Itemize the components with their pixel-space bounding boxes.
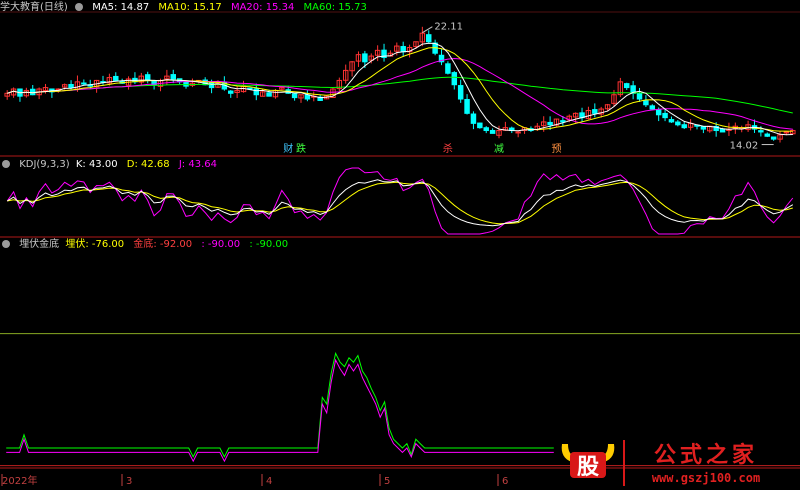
x-label-month-6: 6 (502, 476, 509, 487)
candle-body (253, 88, 260, 96)
kdj-d-line (7, 181, 793, 225)
candle-body (764, 133, 770, 137)
x-label-month-5: 5 (384, 476, 391, 487)
candle-body (228, 90, 234, 94)
low-annotation: 14.02 (730, 141, 759, 152)
ma5-line (7, 42, 793, 136)
candle-body (30, 88, 36, 96)
watermark-title: 公式之家 (654, 442, 758, 468)
x-label-month-4: 4 (266, 476, 273, 487)
candle-body (624, 83, 630, 89)
candle-body (662, 112, 668, 119)
indicator-series-line (6, 358, 554, 463)
high-annotation: 22.11 (434, 22, 463, 33)
x-label-month-3: 3 (126, 476, 133, 487)
high-marker-line (422, 26, 433, 34)
candle-body (144, 74, 151, 81)
candle-body (643, 100, 649, 106)
indicator-series-line (6, 351, 554, 458)
candle-body (68, 83, 74, 89)
ma10-line (7, 47, 793, 132)
candle-body (400, 46, 406, 53)
candle-body (547, 121, 553, 126)
candle-body (636, 93, 643, 100)
candle-body (291, 93, 298, 99)
indicator-maifu-label: 埋伏: -76.00 (65, 239, 125, 250)
candle-body (668, 119, 675, 123)
candle-body (655, 109, 662, 116)
candle-body (560, 120, 566, 123)
ma5-label: MA5: 14.87 (92, 2, 150, 13)
indicator-s3-label: : -90.00 (201, 239, 241, 250)
candle-body (451, 72, 458, 86)
candle-body (266, 92, 272, 97)
signal-label: 财 (283, 142, 293, 155)
indicator-title: 埋伏金底 (19, 239, 60, 250)
candle-body (758, 130, 764, 133)
candle-body (649, 105, 656, 110)
candle-body (515, 131, 521, 134)
candle-body (675, 121, 681, 126)
signal-label: 杀 (443, 142, 453, 155)
watermark-logo: 股 公式之家 www.gszj100.com (561, 440, 760, 486)
stock-chart-window: 22.11 14.02 财跌 杀 减 预 学大教育(日线) MA5: 14.87 MA10… (0, 0, 800, 490)
ma20-line (7, 57, 793, 130)
signal-label: 减 (494, 143, 504, 155)
candle-body (483, 127, 489, 132)
settings-gear-icon[interactable] (75, 3, 83, 11)
ma60-label: MA60: 15.73 (303, 2, 367, 13)
candle-body (208, 82, 215, 89)
candle-body (457, 85, 464, 100)
ma10-label: MA10: 15.17 (158, 2, 222, 13)
candle-body (770, 136, 777, 140)
candle-body (464, 98, 470, 114)
candle-body (81, 82, 87, 85)
kdj-title: KDJ(9,3,3) (19, 159, 70, 170)
kdj-k-line (6, 179, 794, 227)
main-panel-header: 学大教育(日线) MA5: 14.87 MA10: 15.17 MA20: 15… (0, 1, 373, 15)
kdj-k-label: K: 43.00 (75, 159, 118, 170)
signal-label: 预 (552, 143, 562, 155)
watermark-url: www.gszj100.com (652, 471, 760, 485)
indicator-settings-icon[interactable] (2, 240, 10, 248)
candle-body (426, 34, 432, 43)
watermark-logo-char: 股 (577, 455, 599, 480)
kdj-j-line (6, 167, 794, 235)
main-panel-title: 学大教育(日线) (0, 2, 68, 13)
x-label-2022: 2022年 (2, 476, 38, 487)
candle-body (489, 129, 496, 134)
signal-label: 跌 (296, 142, 306, 155)
indicator-s4-label: : -90.00 (249, 239, 289, 250)
kdj-d-label: D: 42.68 (126, 159, 170, 170)
candle-body (304, 94, 311, 100)
candle-body (170, 74, 176, 80)
indicator-panel-header: 埋伏金底 埋伏: -76.00 金底: -92.00 : -90.00 : -9… (0, 238, 294, 252)
ma20-label: MA20: 15.34 (230, 2, 295, 13)
candle-body (445, 63, 451, 74)
indicator-jindi-label: 金底: -92.00 (133, 239, 193, 250)
candle-body (470, 113, 477, 124)
kdj-settings-icon[interactable] (2, 160, 10, 168)
kdj-j-label: J: 43.64 (178, 159, 217, 170)
candle-body (592, 109, 598, 114)
candle-body (783, 131, 790, 134)
candle-body (681, 124, 687, 129)
candle-body (113, 75, 119, 81)
candle-body (362, 53, 368, 63)
candle-body (477, 122, 483, 129)
candle-body (700, 125, 707, 130)
kdj-panel-header: KDJ(9,3,3) K: 43.00 D: 42.68 J: 43.64 (0, 158, 223, 172)
